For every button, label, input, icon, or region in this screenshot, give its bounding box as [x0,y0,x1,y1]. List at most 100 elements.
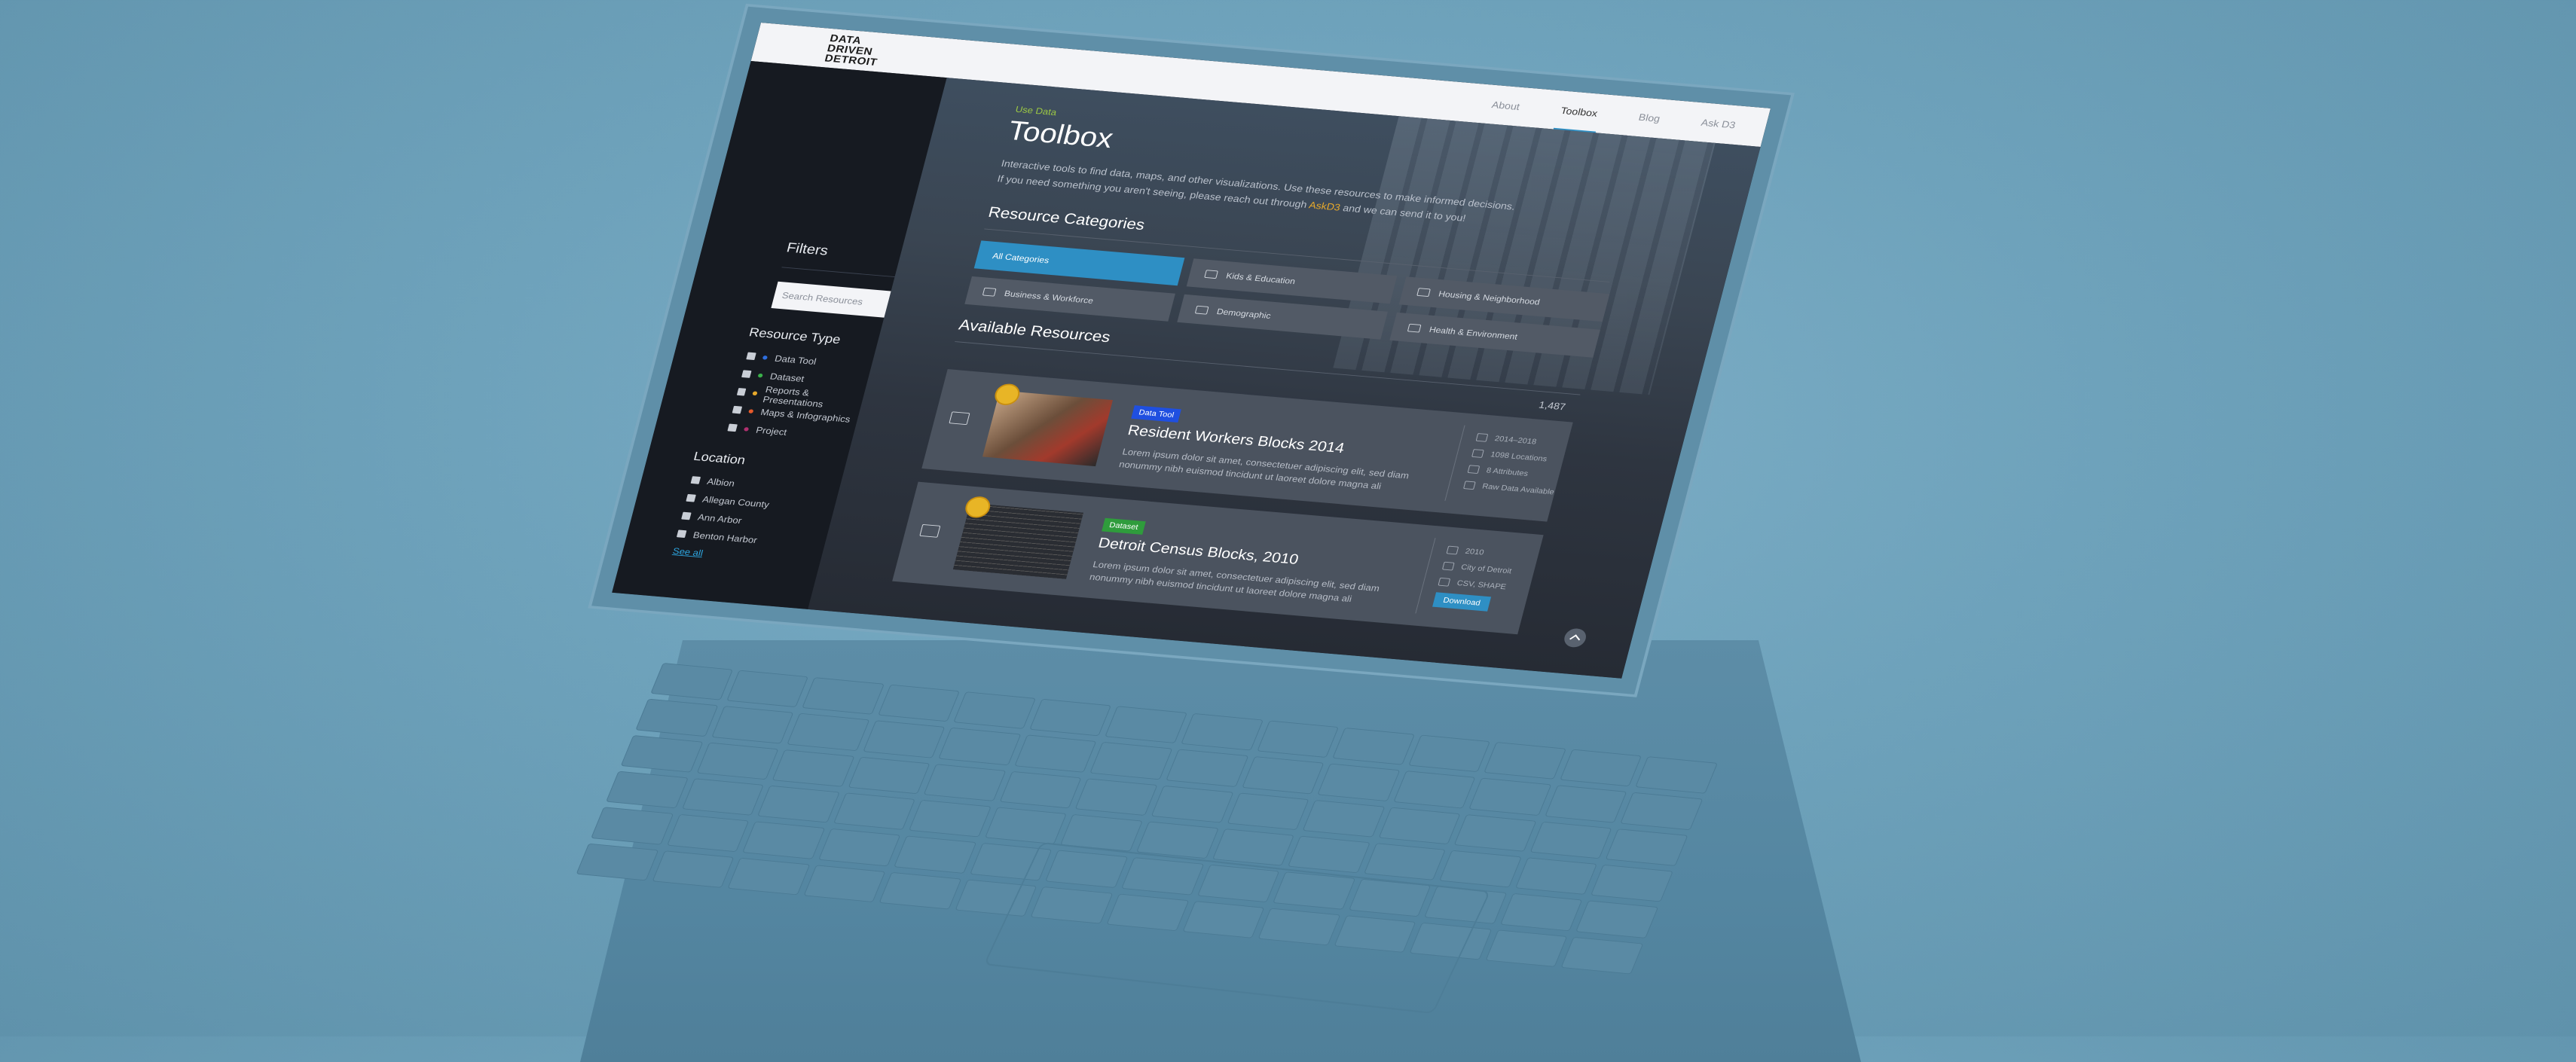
scroll-to-top-button[interactable] [1562,627,1588,648]
location-pin-icon [1471,449,1484,458]
download-button[interactable]: Download [1432,592,1492,612]
keyboard-key [802,677,885,715]
filter-label: Data Tool [773,352,817,367]
keyboard-key [1317,763,1400,801]
keyboard-key [1407,734,1491,773]
type-color-dot [748,408,754,414]
keyboard-key [879,871,962,910]
keyboard-key [1635,756,1718,795]
main-content: Use Data Toolbox Interactive tools to fi… [808,78,1761,679]
category-business[interactable]: Business & Workforce [964,276,1175,322]
keyboard-key [1227,792,1309,831]
filter-label: Dataset [769,371,805,384]
keyboard-key [1453,813,1537,852]
checkbox[interactable] [690,476,701,484]
keyboard-key [833,792,916,831]
keyboard-key [757,785,840,823]
keyboard-key [1105,706,1187,744]
nav-blog[interactable]: Blog [1637,111,1661,124]
keyboard-key [605,771,689,809]
keyboard-key [1529,821,1612,859]
keyboard-key [652,850,735,888]
checkbox[interactable] [676,529,687,539]
hero-background [1333,116,1716,395]
keyboard-key [863,720,946,758]
checkbox[interactable] [681,511,692,520]
keyboard-key [1181,713,1264,751]
keyboard-key [1468,777,1552,816]
checkbox[interactable] [736,388,747,396]
type-color-dot [762,355,769,360]
keyboard-key [1014,734,1097,773]
keyboard-key [1150,785,1234,823]
nav-about[interactable]: About [1490,99,1520,112]
see-all-link[interactable]: See all [671,546,704,559]
location-list: Albion Allegan County Ann Arbor Benton Harb… [675,471,776,549]
location-pin-icon [1441,561,1455,571]
type-badge: Dataset [1102,517,1146,535]
keyboard-key [894,835,976,874]
keyboard-key [1288,835,1371,874]
graduation-cap-icon [1204,270,1218,279]
keyboard-key [803,865,886,902]
site-logo[interactable]: DATA DRIVEN DETROIT [824,32,899,69]
type-badge: Data Tool [1131,405,1182,423]
keyboard-key [1439,850,1522,888]
nav-toolbox[interactable]: Toolbox [1560,105,1599,118]
keyboard-key [1500,893,1583,932]
keyboard-key [1332,727,1415,765]
keyboard-key [787,713,869,751]
type-color-dot [752,390,758,395]
checkbox[interactable] [727,423,738,432]
keyboard-key [923,763,1007,801]
nav-ask-d3[interactable]: Ask D3 [1700,117,1737,130]
card-description: Lorem ipsum dolor sit amet, consectetuer… [1117,446,1410,492]
resource-count: 1,487 [1537,398,1567,412]
location-label: Allegan County [701,493,771,510]
filter-label: Project [754,424,788,438]
keyboard-key [953,691,1036,730]
search-input[interactable]: Search Resources [771,281,902,319]
keyboard-key [650,663,733,700]
keyboard-key [696,742,779,780]
type-color-dot [757,373,763,378]
keyboard-key [1302,799,1386,838]
card-meta: 2010 City of Detroit CSV, SHAPE Download [1432,542,1517,612]
card-description: Lorem ipsum dolor sit amet, consectetuer… [1088,559,1381,604]
keyboard-key [1591,864,1673,902]
keyboard-key [1514,857,1598,896]
keyboard-key [1575,900,1659,938]
location-label: Ann Arbor [696,511,743,526]
checkbox[interactable] [686,493,696,502]
location-title: Location [692,449,747,467]
eyebrow: Use Data [1014,104,1058,117]
keyboard-key [1166,749,1248,787]
keyboard-key [1256,720,1340,758]
keyboard-key [1620,792,1704,830]
checkbox[interactable] [732,405,743,414]
checkbox[interactable] [741,370,752,378]
keyboard-key [620,734,704,773]
page-title: Toolbox [1004,115,1117,154]
filters-title: Filters [784,240,830,259]
laptop-screen: DATA DRIVEN DETROIT About Toolbox Blog A… [612,23,1771,679]
calendar-icon [1446,545,1459,555]
keyboard-key [984,807,1068,845]
briefcase-icon [982,287,997,297]
keyboard-key [1075,778,1158,816]
keyboard-key [817,829,901,867]
keyboard-key [710,706,794,744]
resource-type-title: Resource Type [747,325,842,346]
keyboard-key [1559,749,1642,787]
checkbox[interactable] [746,352,756,361]
keyboard-key [1363,843,1447,881]
keyboard-key [666,814,750,852]
file-icon [1438,577,1451,587]
keyboard-key [1089,742,1173,780]
resource-type-list: Data Tool Dataset Reports & Presentations M… [726,346,874,447]
keyboard-key [1560,936,1644,975]
category-demographic[interactable]: Demographic [1177,294,1388,340]
location-label: Albion [706,476,736,489]
card-meta: 2014–2018 1098 Locations 8 Attributes Ra… [1462,429,1569,501]
askd3-link[interactable]: AskD3 [1308,200,1342,213]
